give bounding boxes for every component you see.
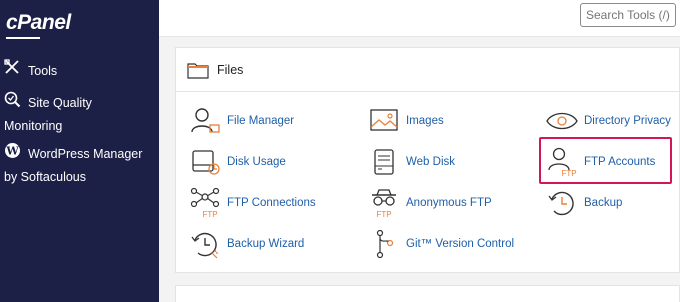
tools-icon	[4, 59, 22, 82]
sidebar-item-label: Tools	[28, 63, 58, 78]
disk-usage-link[interactable]: Disk Usage	[185, 145, 286, 179]
web-disk-link[interactable]: Web Disk	[364, 145, 455, 179]
sidebar: cPanel Tools Site Quality Monitoring W W…	[0, 0, 159, 302]
backup-link[interactable]: Backup	[542, 186, 622, 220]
anonymous-ftp-link[interactable]: FTP Anonymous FTP	[364, 186, 492, 220]
sidebar-item-label-2: by Softaculous	[4, 170, 86, 184]
svg-text:FTP: FTP	[202, 210, 217, 219]
file-manager-link[interactable]: File Manager	[185, 104, 294, 138]
sidebar-item-label-2: Monitoring	[4, 119, 63, 133]
web-disk-icon	[364, 145, 404, 179]
git-version-control-link[interactable]: Git™ Version Control	[364, 227, 514, 261]
item-label: Backup Wizard	[227, 238, 305, 250]
files-panel-title: Files	[217, 63, 244, 77]
item-label: Directory Privacy	[584, 115, 671, 127]
backup-wizard-icon	[185, 227, 225, 261]
item-label: Web Disk	[406, 156, 455, 168]
item-label: Anonymous FTP	[406, 197, 492, 209]
item-label: Git™ Version Control	[406, 238, 515, 250]
ftp-accounts-highlight	[539, 137, 672, 184]
item-label: Images	[406, 115, 444, 127]
directory-privacy-link[interactable]: Directory Privacy	[542, 104, 671, 138]
git-icon	[364, 227, 404, 261]
sidebar-item-tools[interactable]: Tools	[4, 59, 57, 82]
next-panel	[175, 285, 680, 302]
sidebar-item-wordpress[interactable]: W WordPress Manager by Softaculous	[4, 142, 142, 188]
ftp-connections-icon: FTP	[185, 186, 225, 220]
logo-underline	[6, 37, 40, 39]
svg-text:W: W	[5, 145, 19, 158]
item-label: Disk Usage	[227, 156, 286, 168]
item-label: Backup	[584, 197, 623, 209]
images-link[interactable]: Images	[364, 104, 444, 138]
ftp-connections-link[interactable]: FTP FTP Connections	[185, 186, 316, 220]
item-label: FTP Connections	[227, 197, 316, 209]
backup-icon	[542, 186, 582, 220]
svg-text:FTP: FTP	[376, 210, 391, 219]
directory-privacy-icon	[542, 104, 582, 138]
sidebar-item-label: WordPress Manager	[28, 147, 143, 161]
file-manager-icon	[185, 104, 225, 138]
wordpress-icon: W	[4, 142, 22, 166]
magnifier-icon	[4, 91, 22, 115]
files-panel-header[interactable]: Files	[175, 47, 680, 92]
disk-usage-icon	[185, 145, 225, 179]
folder-icon	[187, 62, 209, 84]
search-input[interactable]	[580, 3, 676, 27]
sidebar-item-site-quality[interactable]: Site Quality Monitoring	[4, 91, 92, 137]
item-label: File Manager	[227, 115, 295, 127]
sidebar-item-label: Site Quality	[28, 96, 92, 110]
anonymous-ftp-icon: FTP	[364, 186, 404, 220]
backup-wizard-link[interactable]: Backup Wizard	[185, 227, 304, 261]
cpanel-logo[interactable]: cPanel	[6, 11, 71, 35]
images-icon	[364, 104, 404, 138]
